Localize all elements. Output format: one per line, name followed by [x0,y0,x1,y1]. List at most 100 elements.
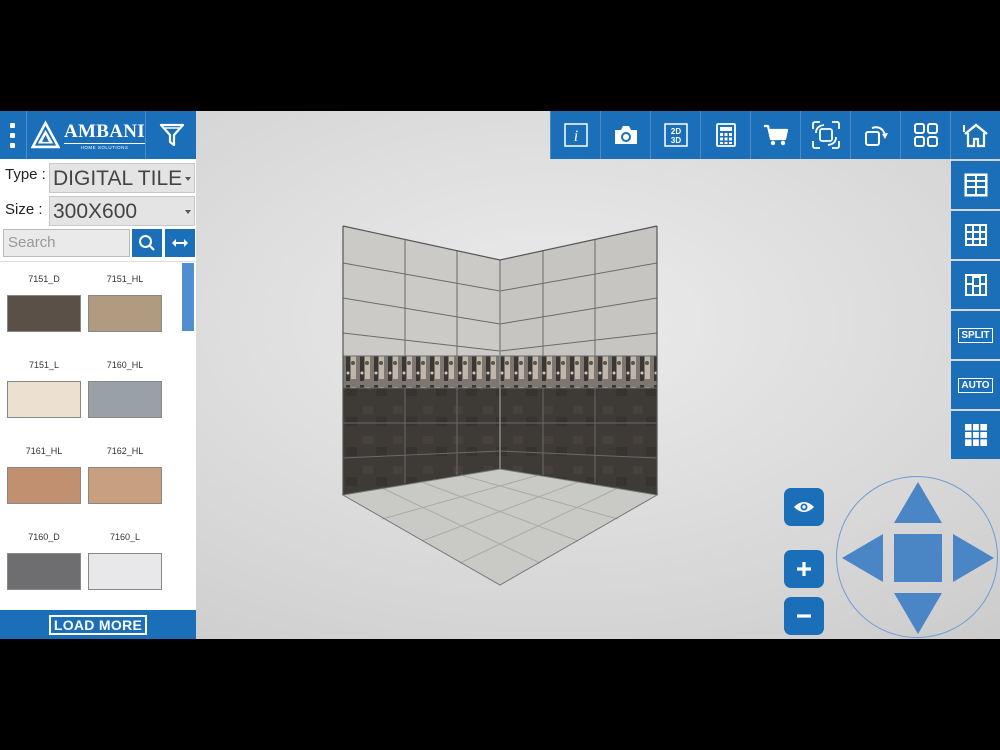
size-label: Size : [5,201,43,218]
center-button[interactable] [894,534,942,582]
chevron-down-icon [185,210,191,214]
arrow-left-icon[interactable] [842,534,883,582]
tile-name: 7161_HL [25,446,63,456]
svg-text:i: i [573,128,577,145]
horizontal-arrows-icon [172,239,188,247]
type-select[interactable]: DIGITAL TILE [49,163,195,193]
tile-pattern-icon [964,224,987,246]
zoom-out-button[interactable] [784,597,824,635]
tile-swatch[interactable] [7,467,81,504]
calculator-button[interactable] [700,111,750,159]
2d-3d-icon: 2D3D [663,123,688,147]
tile-name: 7151_HL [106,274,144,284]
view-button[interactable] [784,488,824,526]
tile-list: 7151_D 7151_HL 7151_L 7160_HL 7161_HL 7162_HL… [0,261,196,609]
tile-name: 7160_L [109,532,141,542]
cart-button[interactable] [750,111,800,159]
swap-button[interactable] [165,229,195,257]
tile-item[interactable]: 7151_L [7,360,81,418]
split-button[interactable]: SPLIT [951,311,1000,359]
tile-pattern-icon [964,274,987,296]
load-more-label: LOAD MORE [48,614,148,635]
calculator-icon [715,123,736,147]
filter-icon[interactable] [148,111,196,159]
tile-name: 7160_HL [106,360,144,370]
grid-button[interactable] [951,411,1000,459]
rotate-view-button[interactable] [800,111,850,159]
tile-name: 7162_HL [106,446,144,456]
info-button[interactable]: i [550,111,600,159]
logo-mark-icon [31,120,61,149]
camera-button[interactable] [600,111,650,159]
tile-panel: AMBANI HOME SOLUTIONS Type : DIGITAL TIL… [0,111,196,639]
grid-layout-icon [913,123,938,147]
top-bar: AMBANI HOME SOLUTIONS [0,111,196,159]
top-toolbar: i 2D 3D [550,111,1000,159]
menu-icon[interactable] [0,111,24,159]
border-band-left [343,356,500,388]
layout-tools: SPLIT AUTO [950,161,1000,461]
size-select[interactable]: 300X600 [49,196,195,226]
arrow-up-icon[interactable] [894,482,942,523]
type-select-value: DIGITAL TILE [53,167,183,190]
load-more-button[interactable]: LOAD MORE [0,610,196,639]
tile-item[interactable]: 7151_HL [88,274,162,332]
tile-swatch[interactable] [7,295,81,332]
arrow-right-icon[interactable] [953,534,994,582]
brand-name: AMBANI [64,120,145,142]
tile-pattern-icon [964,173,987,197]
app-window: AMBANI HOME SOLUTIONS Type : DIGITAL TIL… [0,111,1000,639]
brand-logo: AMBANI HOME SOLUTIONS [26,111,146,159]
search-icon [139,235,155,251]
tile-name: 7160_D [28,532,60,542]
border-band-right [500,356,657,388]
home-icon [962,123,988,148]
rotate-button[interactable] [850,111,900,159]
cart-icon [763,124,788,146]
eye-icon [794,502,814,512]
zoom-in-button[interactable] [784,550,824,588]
layout-pattern-2-button[interactable] [951,211,1000,259]
svg-text:3D: 3D [670,136,680,145]
arrow-down-icon[interactable] [894,593,942,634]
tile-item[interactable]: 7160_D [7,532,81,590]
info-icon: i [563,123,588,147]
tile-swatch[interactable] [88,553,162,590]
2d-3d-toggle[interactable]: 2D 3D [650,111,700,159]
scrollbar[interactable] [182,263,194,331]
search-input[interactable]: Search [3,229,130,257]
plus-icon [797,562,811,576]
tile-name: 7151_L [28,360,60,370]
grid-layout-button[interactable] [900,111,950,159]
grid-icon [964,424,987,446]
rotate-view-icon [811,121,840,149]
direction-pad [836,476,998,638]
tile-item[interactable]: 7162_HL [88,446,162,504]
tile-name: 7151_D [28,274,60,284]
search-button[interactable] [132,229,162,257]
tile-swatch[interactable] [88,295,162,332]
layout-pattern-1-button[interactable] [951,161,1000,209]
home-button[interactable] [950,111,1000,159]
tile-swatch[interactable] [7,553,81,590]
tile-item[interactable]: 7160_L [88,532,162,590]
tile-swatch[interactable] [88,467,162,504]
tile-item[interactable]: 7161_HL [7,446,81,504]
split-label: SPLIT [958,327,993,343]
camera-icon [614,126,637,144]
type-label: Type : [5,166,46,183]
size-select-value: 300X600 [53,200,138,223]
rotate-icon [864,126,888,146]
svg-text:2D: 2D [670,127,680,136]
brand-tagline: HOME SOLUTIONS [64,142,145,150]
auto-label: AUTO [958,377,993,393]
auto-button[interactable]: AUTO [951,361,1000,409]
tile-swatch[interactable] [7,381,81,418]
layout-pattern-3-button[interactable] [951,261,1000,309]
tile-item[interactable]: 7151_D [7,274,81,332]
tile-swatch[interactable] [88,381,162,418]
chevron-down-icon [185,177,191,181]
room-3d-view[interactable] [330,223,660,603]
minus-icon [797,614,811,618]
tile-item[interactable]: 7160_HL [88,360,162,418]
